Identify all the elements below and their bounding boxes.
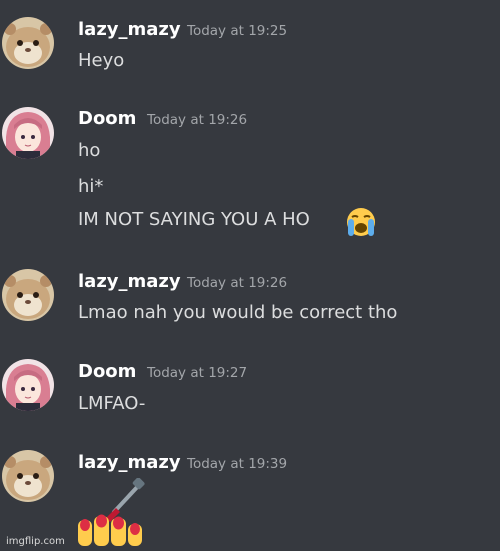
loudly-crying-face-icon (344, 207, 378, 241)
message-text: ho (78, 140, 101, 161)
avatar[interactable] (2, 107, 54, 159)
message-text: IM NOT SAYING YOU A HO (78, 209, 310, 230)
avatar[interactable] (2, 17, 54, 69)
message-text: hi* (78, 176, 104, 197)
username[interactable]: lazy_mazy (78, 271, 181, 292)
timestamp: Today at 19:27 (147, 365, 248, 381)
username[interactable]: Doom (78, 361, 136, 382)
timestamp: Today at 19:26 (187, 275, 288, 291)
message-text: LMFAO- (78, 393, 146, 414)
avatar[interactable] (2, 359, 54, 411)
username[interactable]: Doom (78, 108, 136, 129)
timestamp: Today at 19:26 (147, 112, 248, 128)
avatar[interactable] (2, 450, 54, 502)
timestamp: Today at 19:39 (187, 456, 288, 472)
message-text: Lmao nah you would be correct tho (78, 302, 398, 323)
avatar[interactable] (2, 269, 54, 321)
username[interactable]: lazy_mazy (78, 452, 181, 473)
timestamp: Today at 19:25 (187, 23, 288, 39)
message-text: Heyo (78, 50, 125, 71)
nail-polish-icon (76, 477, 146, 550)
watermark: imgflip.com (6, 536, 65, 547)
username[interactable]: lazy_mazy (78, 19, 181, 40)
